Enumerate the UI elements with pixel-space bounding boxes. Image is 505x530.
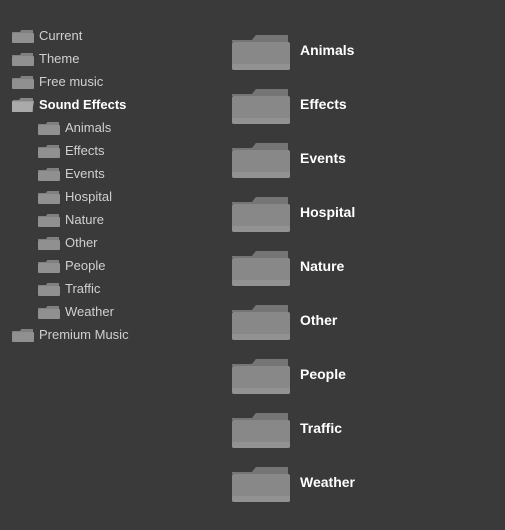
- tree-label-people: People: [65, 258, 105, 273]
- tree-label-free-music: Free music: [39, 74, 103, 89]
- grid-label-traffic: Traffic: [300, 420, 342, 436]
- tree-item-people[interactable]: People: [10, 254, 220, 277]
- tree-label-theme: Theme: [39, 51, 79, 66]
- large-folder-icon-animals: [232, 28, 290, 72]
- grid-label-hospital: Hospital: [300, 204, 355, 220]
- tree-label-events: Events: [65, 166, 105, 181]
- tree-item-effects[interactable]: Effects: [10, 139, 220, 162]
- tree-item-premium-music[interactable]: Premium Music: [10, 323, 220, 346]
- folder-icon-weather: [38, 303, 60, 320]
- large-folder-icon-events: [232, 136, 290, 180]
- tree-label-animals: Animals: [65, 120, 111, 135]
- grid-label-weather: Weather: [300, 474, 355, 490]
- tree-item-hospital[interactable]: Hospital: [10, 185, 220, 208]
- tree-panel: Current Theme Free music Sound Effects A…: [0, 24, 220, 508]
- grid-item-animals[interactable]: Animals: [230, 24, 495, 76]
- large-folder-icon-traffic: [232, 406, 290, 450]
- tree-item-traffic[interactable]: Traffic: [10, 277, 220, 300]
- folder-icon-free-music: [12, 73, 34, 90]
- tree-item-other[interactable]: Other: [10, 231, 220, 254]
- grid-label-effects: Effects: [300, 96, 347, 112]
- tree-label-weather: Weather: [65, 304, 114, 319]
- large-folder-icon-hospital: [232, 190, 290, 234]
- grid-item-other[interactable]: Other: [230, 294, 495, 346]
- tree-label-premium-music: Premium Music: [39, 327, 129, 342]
- grid-label-other: Other: [300, 312, 337, 328]
- tree-label-hospital: Hospital: [65, 189, 112, 204]
- tree-label-current: Current: [39, 28, 82, 43]
- large-folder-icon-other: [232, 298, 290, 342]
- grid-label-events: Events: [300, 150, 346, 166]
- large-folder-icon-weather: [232, 460, 290, 504]
- folder-icon-hospital: [38, 188, 60, 205]
- grid-label-people: People: [300, 366, 346, 382]
- large-folder-icon-nature: [232, 244, 290, 288]
- page-title: [0, 0, 505, 24]
- grid-label-animals: Animals: [300, 42, 354, 58]
- grid-label-nature: Nature: [300, 258, 344, 274]
- grid-item-weather[interactable]: Weather: [230, 456, 495, 508]
- grid-panel: Animals Effects Events Hospital Nature O…: [220, 24, 505, 508]
- grid-item-people[interactable]: People: [230, 348, 495, 400]
- folder-icon-theme: [12, 50, 34, 67]
- folder-icon-traffic: [38, 280, 60, 297]
- grid-item-events[interactable]: Events: [230, 132, 495, 184]
- folder-icon-premium-music: [12, 326, 34, 343]
- tree-item-nature[interactable]: Nature: [10, 208, 220, 231]
- grid-item-hospital[interactable]: Hospital: [230, 186, 495, 238]
- folder-icon-effects: [38, 142, 60, 159]
- grid-item-nature[interactable]: Nature: [230, 240, 495, 292]
- tree-item-sound-effects[interactable]: Sound Effects: [10, 93, 220, 116]
- tree-label-nature: Nature: [65, 212, 104, 227]
- tree-item-weather[interactable]: Weather: [10, 300, 220, 323]
- large-folder-icon-effects: [232, 82, 290, 126]
- tree-label-sound-effects: Sound Effects: [39, 97, 126, 112]
- tree-label-effects: Effects: [65, 143, 105, 158]
- folder-icon-other: [38, 234, 60, 251]
- tree-label-other: Other: [65, 235, 98, 250]
- folder-icon-nature: [38, 211, 60, 228]
- tree-item-current[interactable]: Current: [10, 24, 220, 47]
- folder-icon-current: [12, 27, 34, 44]
- large-folder-icon-people: [232, 352, 290, 396]
- grid-item-effects[interactable]: Effects: [230, 78, 495, 130]
- tree-item-events[interactable]: Events: [10, 162, 220, 185]
- folder-icon-people: [38, 257, 60, 274]
- tree-label-traffic: Traffic: [65, 281, 100, 296]
- folder-icon-sound-effects: [12, 96, 34, 113]
- folder-icon-events: [38, 165, 60, 182]
- tree-item-free-music[interactable]: Free music: [10, 70, 220, 93]
- folder-icon-animals: [38, 119, 60, 136]
- tree-item-animals[interactable]: Animals: [10, 116, 220, 139]
- grid-item-traffic[interactable]: Traffic: [230, 402, 495, 454]
- tree-item-theme[interactable]: Theme: [10, 47, 220, 70]
